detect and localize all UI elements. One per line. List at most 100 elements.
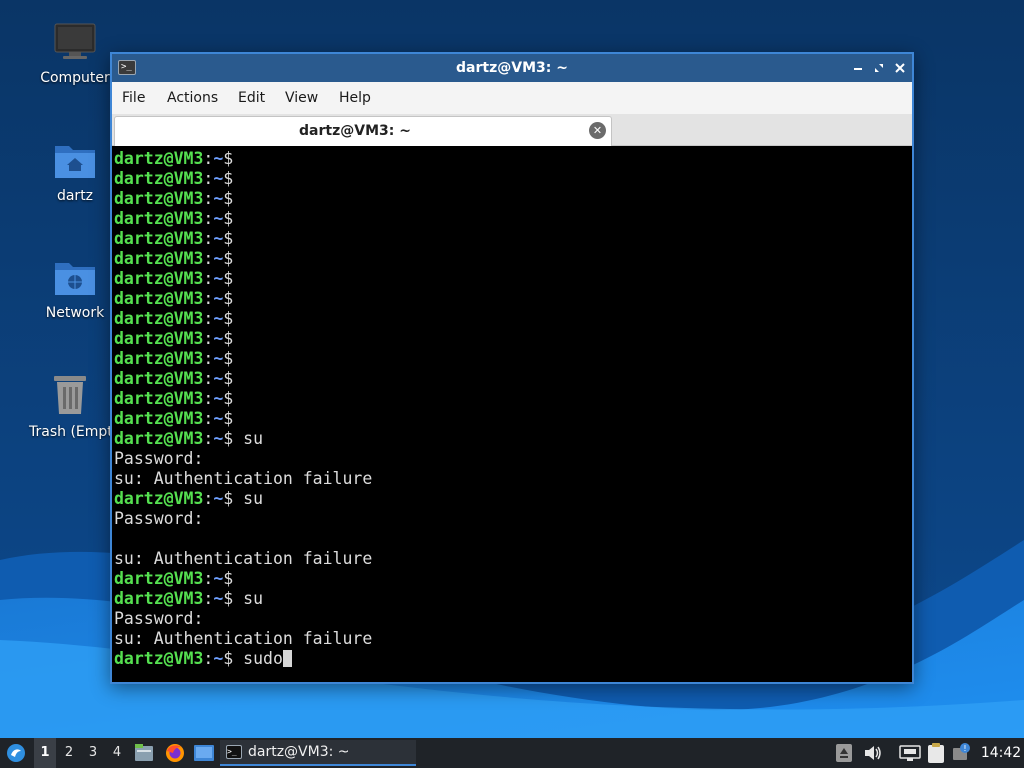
- home-folder-icon: [27, 140, 123, 184]
- minimize-icon[interactable]: [850, 60, 866, 76]
- terminal-prompt-line: dartz@VM3:~$: [114, 369, 912, 389]
- firefox-icon[interactable]: [162, 738, 188, 768]
- eject-icon[interactable]: [834, 738, 854, 768]
- terminal-icon: >_: [226, 745, 242, 759]
- menu-actions[interactable]: Actions: [167, 82, 218, 114]
- prompt-path: ~: [213, 589, 224, 608]
- prompt-symbol: $: [223, 309, 244, 328]
- terminal-output[interactable]: dartz@VM3:~$ dartz@VM3:~$ dartz@VM3:~$ d…: [112, 146, 912, 682]
- show-desktop-icon[interactable]: [192, 738, 216, 768]
- prompt-symbol: $: [223, 229, 244, 248]
- prompt-separator: :: [203, 249, 214, 268]
- prompt-symbol: $: [223, 409, 244, 428]
- workspace-1[interactable]: 1: [34, 738, 56, 768]
- desktop-icon-network[interactable]: Network: [27, 257, 123, 321]
- maximize-icon[interactable]: [871, 60, 887, 76]
- prompt-separator: :: [203, 229, 214, 248]
- prompt-separator: :: [203, 209, 214, 228]
- workspace-4[interactable]: 4: [106, 738, 128, 768]
- prompt-user: dartz@VM3: [114, 189, 204, 208]
- update-notifier-icon[interactable]: !: [950, 738, 972, 768]
- prompt-separator: :: [203, 389, 214, 408]
- tab-label: dartz@VM3: ~: [299, 123, 411, 139]
- menu-view[interactable]: View: [285, 82, 318, 114]
- prompt-separator: :: [203, 429, 214, 448]
- prompt-path: ~: [213, 169, 224, 188]
- prompt-path: ~: [213, 189, 224, 208]
- prompt-separator: :: [203, 169, 214, 188]
- workspace-2[interactable]: 2: [58, 738, 80, 768]
- prompt-symbol: $: [223, 429, 244, 448]
- close-icon[interactable]: [892, 60, 908, 76]
- menu-file[interactable]: File: [122, 82, 145, 114]
- prompt-path: ~: [213, 389, 224, 408]
- prompt-path: ~: [213, 309, 224, 328]
- prompt-path: ~: [213, 489, 224, 508]
- tab-terminal[interactable]: dartz@VM3: ~ ✕: [114, 116, 612, 146]
- prompt-path: ~: [213, 229, 224, 248]
- window-titlebar[interactable]: >_ dartz@VM3: ~: [112, 54, 912, 82]
- terminal-prompt-line: dartz@VM3:~$: [114, 189, 912, 209]
- prompt-user: dartz@VM3: [114, 349, 204, 368]
- terminal-output-line: Password:: [114, 609, 204, 628]
- prompt-user: dartz@VM3: [114, 649, 204, 668]
- menu-edit[interactable]: Edit: [238, 82, 265, 114]
- menu-bar: File Actions Edit View Help: [112, 82, 912, 114]
- workspace-3[interactable]: 3: [82, 738, 104, 768]
- terminal-prompt-line: dartz@VM3:~$: [114, 209, 912, 229]
- terminal-prompt-line: dartz@VM3:~$: [114, 169, 912, 189]
- prompt-symbol: $: [223, 589, 244, 608]
- prompt-path: ~: [213, 249, 224, 268]
- terminal-prompt-line: dartz@VM3:~$ su: [114, 489, 912, 509]
- prompt-user: dartz@VM3: [114, 369, 204, 388]
- prompt-user: dartz@VM3: [114, 489, 204, 508]
- terminal-window: >_ dartz@VM3: ~ File Actions Edit View H…: [110, 52, 914, 684]
- volume-icon[interactable]: [862, 738, 884, 768]
- prompt-path: ~: [213, 369, 224, 388]
- desktop-icon-home[interactable]: dartz: [27, 140, 123, 204]
- prompt-symbol: $: [223, 389, 244, 408]
- desktop-icon-trash[interactable]: Trash (Empty): [27, 372, 113, 440]
- terminal-prompt-line: dartz@VM3:~$ su: [114, 589, 912, 609]
- menu-help[interactable]: Help: [339, 82, 371, 114]
- prompt-user: dartz@VM3: [114, 589, 204, 608]
- command-text: su: [243, 429, 264, 448]
- terminal-prompt-line: dartz@VM3:~$ sudo: [114, 649, 912, 669]
- terminal-prompt-line: dartz@VM3:~$: [114, 289, 912, 309]
- clock[interactable]: 14:42: [978, 738, 1024, 768]
- prompt-symbol: $: [223, 249, 244, 268]
- prompt-path: ~: [213, 649, 224, 668]
- command-text: sudo: [243, 649, 283, 668]
- tab-close-icon[interactable]: ✕: [589, 122, 606, 139]
- prompt-path: ~: [213, 569, 224, 588]
- prompt-user: dartz@VM3: [114, 289, 204, 308]
- prompt-path: ~: [213, 289, 224, 308]
- prompt-separator: :: [203, 589, 214, 608]
- prompt-separator: :: [203, 569, 214, 588]
- prompt-user: dartz@VM3: [114, 269, 204, 288]
- desktop-icon-label: Network: [45, 305, 105, 321]
- clipboard-icon[interactable]: [926, 738, 946, 768]
- terminal-output-line: su: Authentication failure: [114, 549, 373, 568]
- desktop-icon-computer[interactable]: Computer: [27, 22, 123, 86]
- network-folder-icon: [27, 257, 123, 301]
- prompt-separator: :: [203, 189, 214, 208]
- taskbar: 1 2 3 4 >_ dartz@VM3: ~ ! 14:42: [0, 738, 1024, 768]
- terminal-prompt-line: dartz@VM3:~$: [114, 309, 912, 329]
- prompt-user: dartz@VM3: [114, 169, 204, 188]
- prompt-symbol: $: [223, 369, 244, 388]
- prompt-separator: :: [203, 369, 214, 388]
- lubuntu-menu-icon[interactable]: [4, 738, 28, 768]
- network-wired-icon[interactable]: [898, 738, 922, 768]
- taskbar-task-terminal[interactable]: >_ dartz@VM3: ~: [220, 740, 416, 766]
- prompt-path: ~: [213, 209, 224, 228]
- file-manager-icon[interactable]: [132, 738, 156, 768]
- terminal-prompt-line: dartz@VM3:~$: [114, 269, 912, 289]
- window-title: dartz@VM3: ~: [456, 60, 568, 76]
- prompt-symbol: $: [223, 649, 244, 668]
- terminal-output-line: su: Authentication failure: [114, 469, 373, 488]
- prompt-user: dartz@VM3: [114, 389, 204, 408]
- prompt-symbol: $: [223, 269, 244, 288]
- task-label: dartz@VM3: ~: [248, 744, 350, 760]
- prompt-symbol: $: [223, 289, 244, 308]
